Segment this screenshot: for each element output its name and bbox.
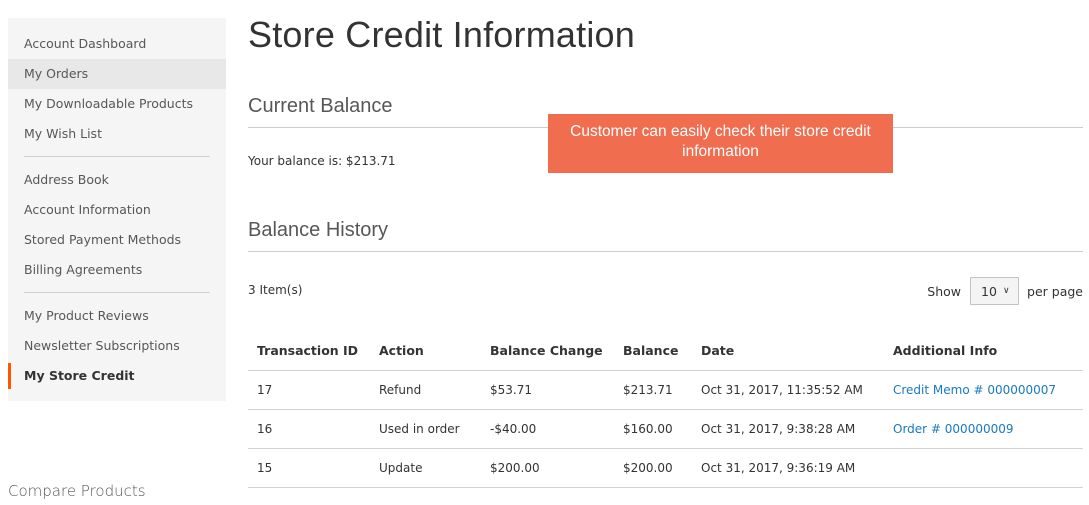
balance: $200.00 <box>614 448 692 488</box>
page-title: Store Credit Information <box>248 14 635 55</box>
sidebar-item-my-product-reviews[interactable]: My Product Reviews <box>8 301 226 331</box>
additional-info <box>884 448 1083 488</box>
transaction-id: 15 <box>248 448 370 488</box>
limiter-per-page-label: per page <box>1027 283 1083 299</box>
column-header-date: Date <box>692 332 884 371</box>
page-limiter: Show 10 ∨ per page <box>927 277 1083 305</box>
credit-memo-link[interactable]: Credit Memo # 000000007 <box>893 383 1056 397</box>
additional-info: Order # 000000009 <box>884 409 1083 449</box>
table-row: 15 Update $200.00 $200.00 Oct 31, 2017, … <box>248 448 1083 488</box>
order-link[interactable]: Order # 000000009 <box>893 422 1014 436</box>
sidebar-item-newsletter-subscriptions[interactable]: Newsletter Subscriptions <box>8 331 226 361</box>
sidebar-item-account-information[interactable]: Account Information <box>8 195 226 225</box>
balance-change: $200.00 <box>481 448 614 488</box>
compare-products-title: Compare Products <box>8 482 146 500</box>
limiter-show-label: Show <box>927 283 962 299</box>
transaction-id: 17 <box>248 370 370 410</box>
account-sidebar: Account Dashboard My Orders My Downloada… <box>8 18 226 401</box>
sidebar-item-my-store-credit[interactable]: My Store Credit <box>8 361 226 391</box>
additional-info: Credit Memo # 000000007 <box>884 370 1083 410</box>
sidebar-item-my-downloadable-products[interactable]: My Downloadable Products <box>8 89 226 119</box>
annotation-callout: Customer can easily check their store cr… <box>548 114 893 173</box>
date: Oct 31, 2017, 11:35:52 AM <box>692 370 884 410</box>
chevron-down-icon: ∨ <box>1002 286 1010 296</box>
sidebar-item-address-book[interactable]: Address Book <box>8 165 226 195</box>
action: Refund <box>370 370 481 410</box>
sidebar-item-my-orders[interactable]: My Orders <box>8 59 226 89</box>
action: Update <box>370 448 481 488</box>
sidebar-item-account-dashboard[interactable]: Account Dashboard <box>8 29 226 59</box>
balance-change: $53.71 <box>481 370 614 410</box>
column-header-balance: Balance <box>614 332 692 371</box>
balance: $160.00 <box>614 409 692 449</box>
transaction-id: 16 <box>248 409 370 449</box>
sidebar-divider <box>24 292 210 293</box>
column-header-action: Action <box>370 332 481 371</box>
table-header-row: Transaction ID Action Balance Change Bal… <box>248 332 1083 371</box>
column-header-balance-change: Balance Change <box>481 332 614 371</box>
per-page-select[interactable]: 10 ∨ <box>970 277 1020 305</box>
date: Oct 31, 2017, 9:38:28 AM <box>692 409 884 449</box>
sidebar-item-stored-payment-methods[interactable]: Stored Payment Methods <box>8 225 226 255</box>
per-page-value: 10 <box>981 283 997 299</box>
sidebar-item-my-wish-list[interactable]: My Wish List <box>8 119 226 149</box>
sidebar-item-billing-agreements[interactable]: Billing Agreements <box>8 255 226 285</box>
table-row: 17 Refund $53.71 $213.71 Oct 31, 2017, 1… <box>248 370 1083 410</box>
column-header-transaction-id: Transaction ID <box>248 332 370 371</box>
items-count: 3 Item(s) <box>248 283 303 297</box>
balance-history-title: Balance History <box>248 219 1083 252</box>
current-balance-text: Your balance is: $213.71 <box>248 154 396 168</box>
sidebar-divider <box>24 156 210 157</box>
balance-change: -$40.00 <box>481 409 614 449</box>
column-header-additional-info: Additional Info <box>884 332 1083 371</box>
table-row: 16 Used in order -$40.00 $160.00 Oct 31,… <box>248 409 1083 449</box>
balance: $213.71 <box>614 370 692 410</box>
action: Used in order <box>370 409 481 449</box>
balance-history-table: Transaction ID Action Balance Change Bal… <box>248 332 1083 488</box>
date: Oct 31, 2017, 9:36:19 AM <box>692 448 884 488</box>
